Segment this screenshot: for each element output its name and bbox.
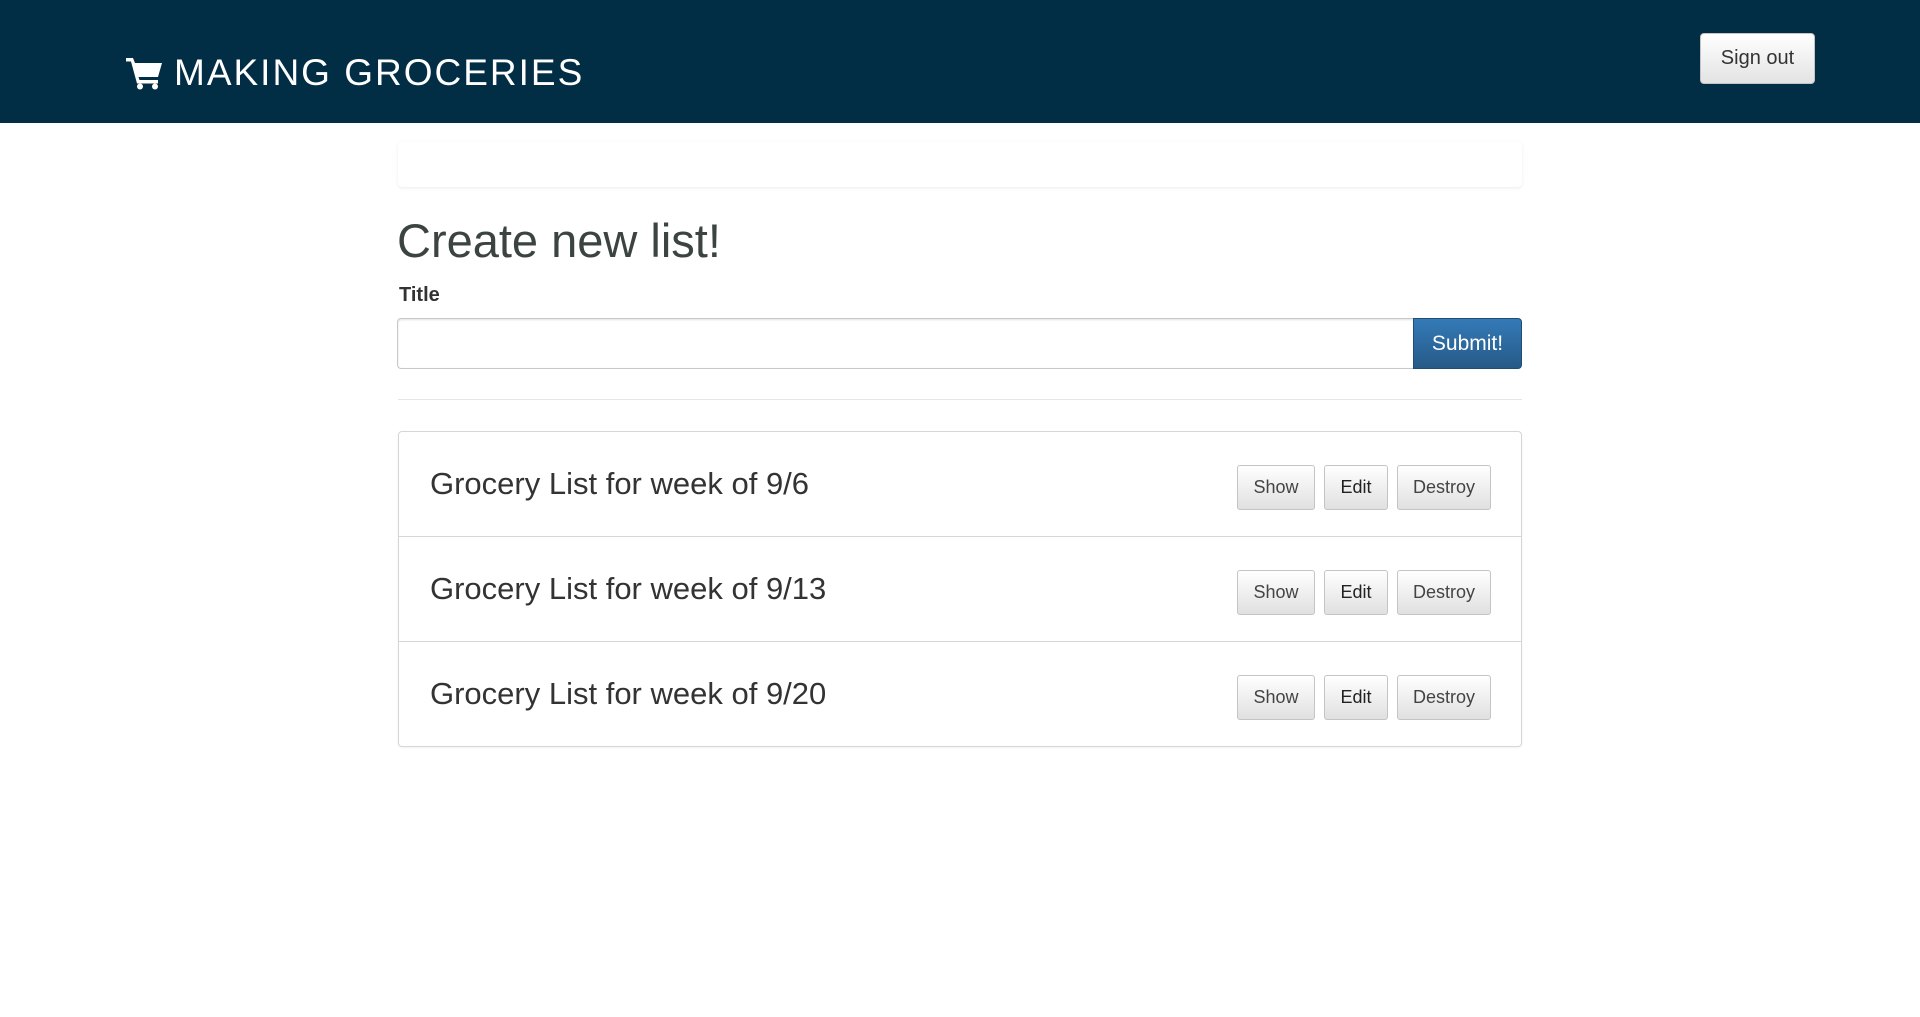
edit-button[interactable]: Edit [1324, 675, 1388, 720]
edit-button[interactable]: Edit [1324, 465, 1388, 510]
show-button[interactable]: Show [1237, 570, 1315, 615]
list-actions: Show Edit Destroy [1237, 465, 1491, 510]
title-label: Title [399, 284, 440, 306]
destroy-button[interactable]: Destroy [1397, 675, 1491, 720]
destroy-button[interactable]: Destroy [1397, 465, 1491, 510]
show-button[interactable]: Show [1237, 465, 1315, 510]
brand-link[interactable]: MAKING GROCERIES [126, 50, 584, 96]
list-actions: Show Edit Destroy [1237, 570, 1491, 615]
edit-button[interactable]: Edit [1324, 570, 1388, 615]
destroy-button[interactable]: Destroy [1397, 570, 1491, 615]
divider [398, 399, 1522, 400]
list-item: Grocery List for week of 9/6 Show Edit D… [399, 432, 1521, 537]
show-button[interactable]: Show [1237, 675, 1315, 720]
brand-title: MAKING GROCERIES [174, 52, 585, 93]
list-actions: Show Edit Destroy [1237, 675, 1491, 720]
sign-out-button[interactable]: Sign out [1700, 33, 1815, 84]
list-item: Grocery List for week of 9/13 Show Edit … [399, 537, 1521, 642]
flash-notice-area [398, 142, 1522, 187]
grocery-lists-panel: Grocery List for week of 9/6 Show Edit D… [398, 431, 1522, 747]
list-title: Grocery List for week of 9/13 [430, 571, 827, 606]
title-input[interactable] [397, 318, 1414, 369]
shopping-cart-icon [126, 58, 162, 90]
list-item: Grocery List for week of 9/20 Show Edit … [399, 642, 1521, 747]
top-navbar: MAKING GROCERIES Sign out [0, 0, 1920, 123]
list-title: Grocery List for week of 9/6 [430, 466, 810, 501]
page-title: Create new list! [397, 214, 721, 267]
list-title: Grocery List for week of 9/20 [430, 676, 827, 711]
submit-button[interactable]: Submit! [1413, 318, 1522, 369]
